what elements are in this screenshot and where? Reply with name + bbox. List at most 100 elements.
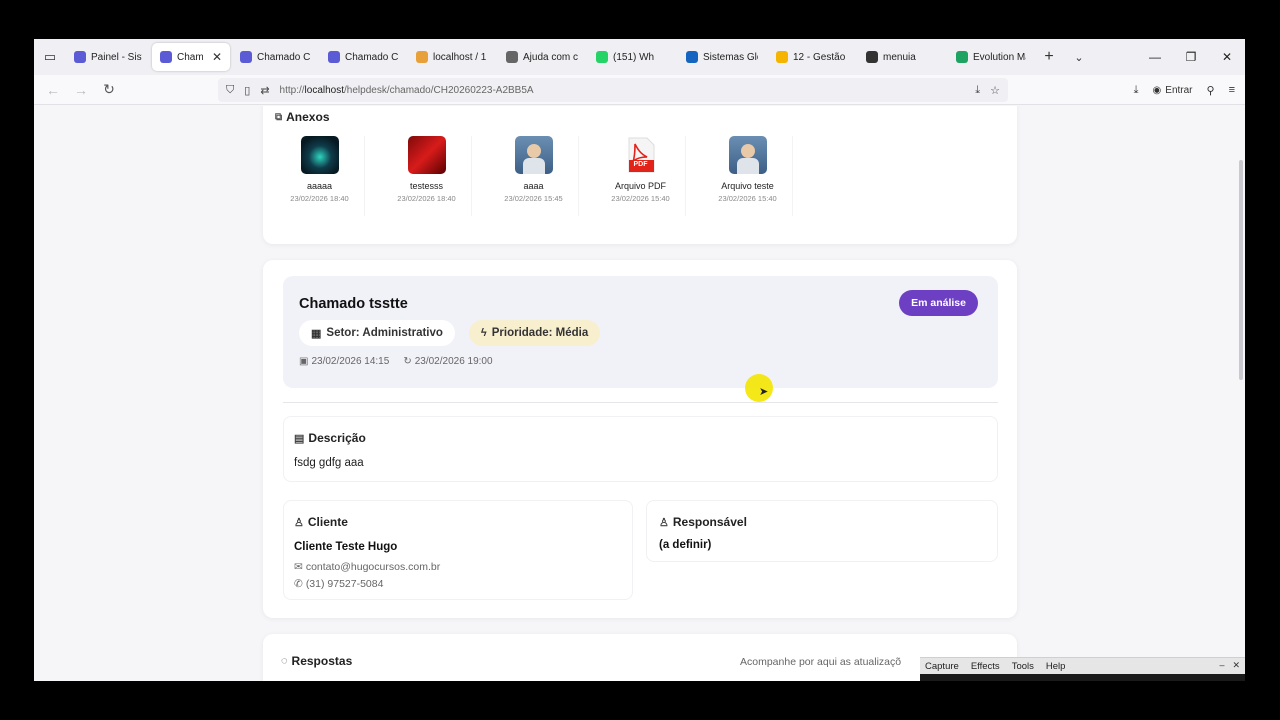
divider	[283, 402, 998, 403]
attachment-item[interactable]: aaaa 23/02/2026 15:45	[489, 136, 579, 216]
tab-label: Ajuda com c	[523, 51, 578, 63]
capture-strip	[920, 674, 1245, 681]
ticket-title: Chamado tsstte	[299, 296, 408, 312]
capture-menu-item[interactable]: Effects	[971, 661, 1000, 672]
attachment-thumbnail	[407, 136, 446, 174]
attachment-name: aaaa	[523, 181, 544, 191]
capture-close-icon[interactable]: ✕	[1232, 660, 1240, 671]
ticket-card: Chamado tsstte Em análise ▦ Setor: Admin…	[263, 260, 1017, 618]
responsible-label: Responsável	[672, 515, 747, 529]
attachment-name: Arquivo PDF	[614, 181, 667, 191]
client-email-text: contato@hugocursos.com.br	[305, 561, 441, 573]
url-text[interactable]: http://localhost/helpdesk/chamado/CH2026…	[280, 85, 966, 96]
description-section: ▤ Descrição fsdg gdfg aaa	[283, 416, 998, 482]
browser-tab[interactable]: localhost / 1	[408, 43, 496, 71]
attachment-date: 23/02/2026 15:40	[718, 194, 777, 203]
bookmark-star-icon[interactable]: ☆	[990, 84, 1000, 97]
address-bar[interactable]: ⛉ ▯ ⇄ http://localhost/helpdesk/chamado/…	[218, 78, 1008, 102]
sector-badge: ▦ Setor: Administrativo	[299, 320, 455, 346]
tab-label: localhost / 1	[433, 51, 487, 63]
description-heading: ▤ Descrição	[294, 431, 366, 445]
browser-tab[interactable]: Chamado CH	[320, 43, 406, 71]
browser-tab[interactable]: Evolution Ma	[948, 43, 1034, 71]
forward-button[interactable]: →	[67, 82, 95, 98]
tab-favicon-icon	[74, 51, 86, 63]
browser-tab[interactable]: (151) Wh	[588, 43, 676, 71]
created-date-text: 23/02/2026 14:15	[311, 356, 390, 367]
tab-favicon-icon	[240, 51, 252, 63]
browser-tab[interactable]: Chamado ✕	[152, 43, 230, 71]
reload-button[interactable]: ↻	[95, 81, 123, 98]
capture-minimize-icon[interactable]: –	[1219, 660, 1224, 671]
restore-button[interactable]: ❐	[1173, 39, 1209, 75]
attachment-name: aaaaa	[306, 181, 333, 191]
attachment-item[interactable]: PDF Arquivo PDF 23/02/2026 15:40	[596, 136, 686, 216]
account-button[interactable]: ◉ Entrar	[1153, 85, 1193, 96]
user-gear-icon: ♙	[659, 516, 669, 529]
browser-window: ▭ Painel - Siste Chamado ✕ Chamado CH Chamad…	[34, 39, 1245, 681]
description-text: fsdg gdfg aaa	[294, 457, 364, 469]
tab-favicon-icon	[506, 51, 518, 63]
attachment-date: 23/02/2026 15:45	[504, 194, 563, 203]
phone-icon: ✆	[294, 578, 303, 590]
browser-tab[interactable]: Sistemas Glo	[678, 43, 766, 71]
lightning-icon: ϟ	[480, 327, 487, 339]
client-phone[interactable]: ✆ (31) 97527-5084	[294, 578, 383, 590]
attachments-heading: ⧉ Anexos	[275, 110, 330, 124]
attachment-item[interactable]: Arquivo teste 23/02/2026 15:40	[703, 136, 793, 216]
close-tab-icon[interactable]: ✕	[212, 50, 222, 64]
save-page-icon[interactable]: ⤓	[975, 84, 980, 97]
status-badge[interactable]: Em análise	[899, 290, 978, 316]
client-name: Cliente Teste Hugo	[294, 541, 398, 553]
page-scrollbar[interactable]	[1239, 160, 1243, 380]
tab-favicon-icon	[416, 51, 428, 63]
tab-favicon-icon	[328, 51, 340, 63]
sector-text: Setor: Administrativo	[326, 327, 443, 339]
tab-favicon-icon	[776, 51, 788, 63]
browser-tab[interactable]: 12 - Gestão c	[768, 43, 856, 71]
responses-card: ◌ Respostas Acompanhe por aqui as atuali…	[263, 634, 1017, 681]
client-label: Cliente	[307, 515, 348, 529]
tab-favicon-icon	[956, 51, 968, 63]
menu-icon[interactable]: ≡	[1229, 84, 1235, 96]
minimize-button[interactable]: —	[1137, 39, 1173, 75]
attachment-item[interactable]: testesss 23/02/2026 18:40	[382, 136, 472, 216]
attachment-thumbnail	[514, 136, 553, 174]
tab-label: Painel - Siste	[91, 51, 142, 63]
browser-tab[interactable]: Ajuda com c	[498, 43, 586, 71]
responsible-section: ♙ Responsável (a definir)	[646, 500, 998, 562]
list-all-tabs-button[interactable]: ⌄	[1064, 51, 1094, 64]
attachment-name: testesss	[409, 181, 443, 191]
responses-heading: ◌ Respostas	[281, 654, 352, 668]
back-button[interactable]: ←	[39, 82, 67, 98]
client-section: ♙ Cliente Cliente Teste Hugo ✉ contato@hu…	[283, 500, 633, 600]
pdf-file-icon: PDF	[621, 136, 660, 174]
capture-menu-item[interactable]: Capture	[925, 661, 959, 672]
priority-badge: ϟ Prioridade: Média	[468, 320, 601, 346]
mail-icon: ✉	[294, 561, 303, 573]
mouse-pointer-icon: ➤	[759, 386, 769, 398]
permissions-icon[interactable]: ⇄	[260, 84, 269, 97]
client-email[interactable]: ✉ contato@hugocursos.com.br	[294, 561, 440, 573]
close-window-button[interactable]: ✕	[1209, 39, 1245, 75]
new-tab-button[interactable]: +	[1034, 48, 1064, 66]
capture-menu-item[interactable]: Help	[1046, 661, 1066, 672]
capture-menu-item[interactable]: Tools	[1012, 661, 1034, 672]
tab-label: Chamado CH	[257, 51, 310, 63]
description-icon: ▤	[294, 432, 305, 445]
browser-tab[interactable]: Painel - Siste	[66, 43, 150, 71]
tab-list-icon[interactable]: ▭	[34, 39, 66, 75]
shield-icon[interactable]: ⛉	[226, 84, 234, 97]
building-icon: ▦	[311, 327, 322, 340]
attachment-date: 23/02/2026 18:40	[290, 194, 349, 203]
ticket-dates: ▣ 23/02/2026 14:15 ↻ 23/02/2026 19:00	[299, 356, 493, 367]
downloads-icon[interactable]: ⤓	[1134, 84, 1139, 97]
page-icon[interactable]: ▯	[244, 84, 250, 97]
tab-strip: ▭ Painel - Siste Chamado ✕ Chamado CH Chamad…	[34, 39, 1245, 75]
browser-tab[interactable]: menuia	[858, 43, 946, 71]
extensions-icon[interactable]: ⚲	[1207, 84, 1215, 97]
capture-toolbar: Capture Effects Tools Help – ✕	[920, 657, 1245, 681]
account-label: Entrar	[1165, 84, 1193, 96]
attachment-item[interactable]: aaaaa 23/02/2026 18:40	[275, 136, 365, 216]
browser-tab[interactable]: Chamado CH	[232, 43, 318, 71]
